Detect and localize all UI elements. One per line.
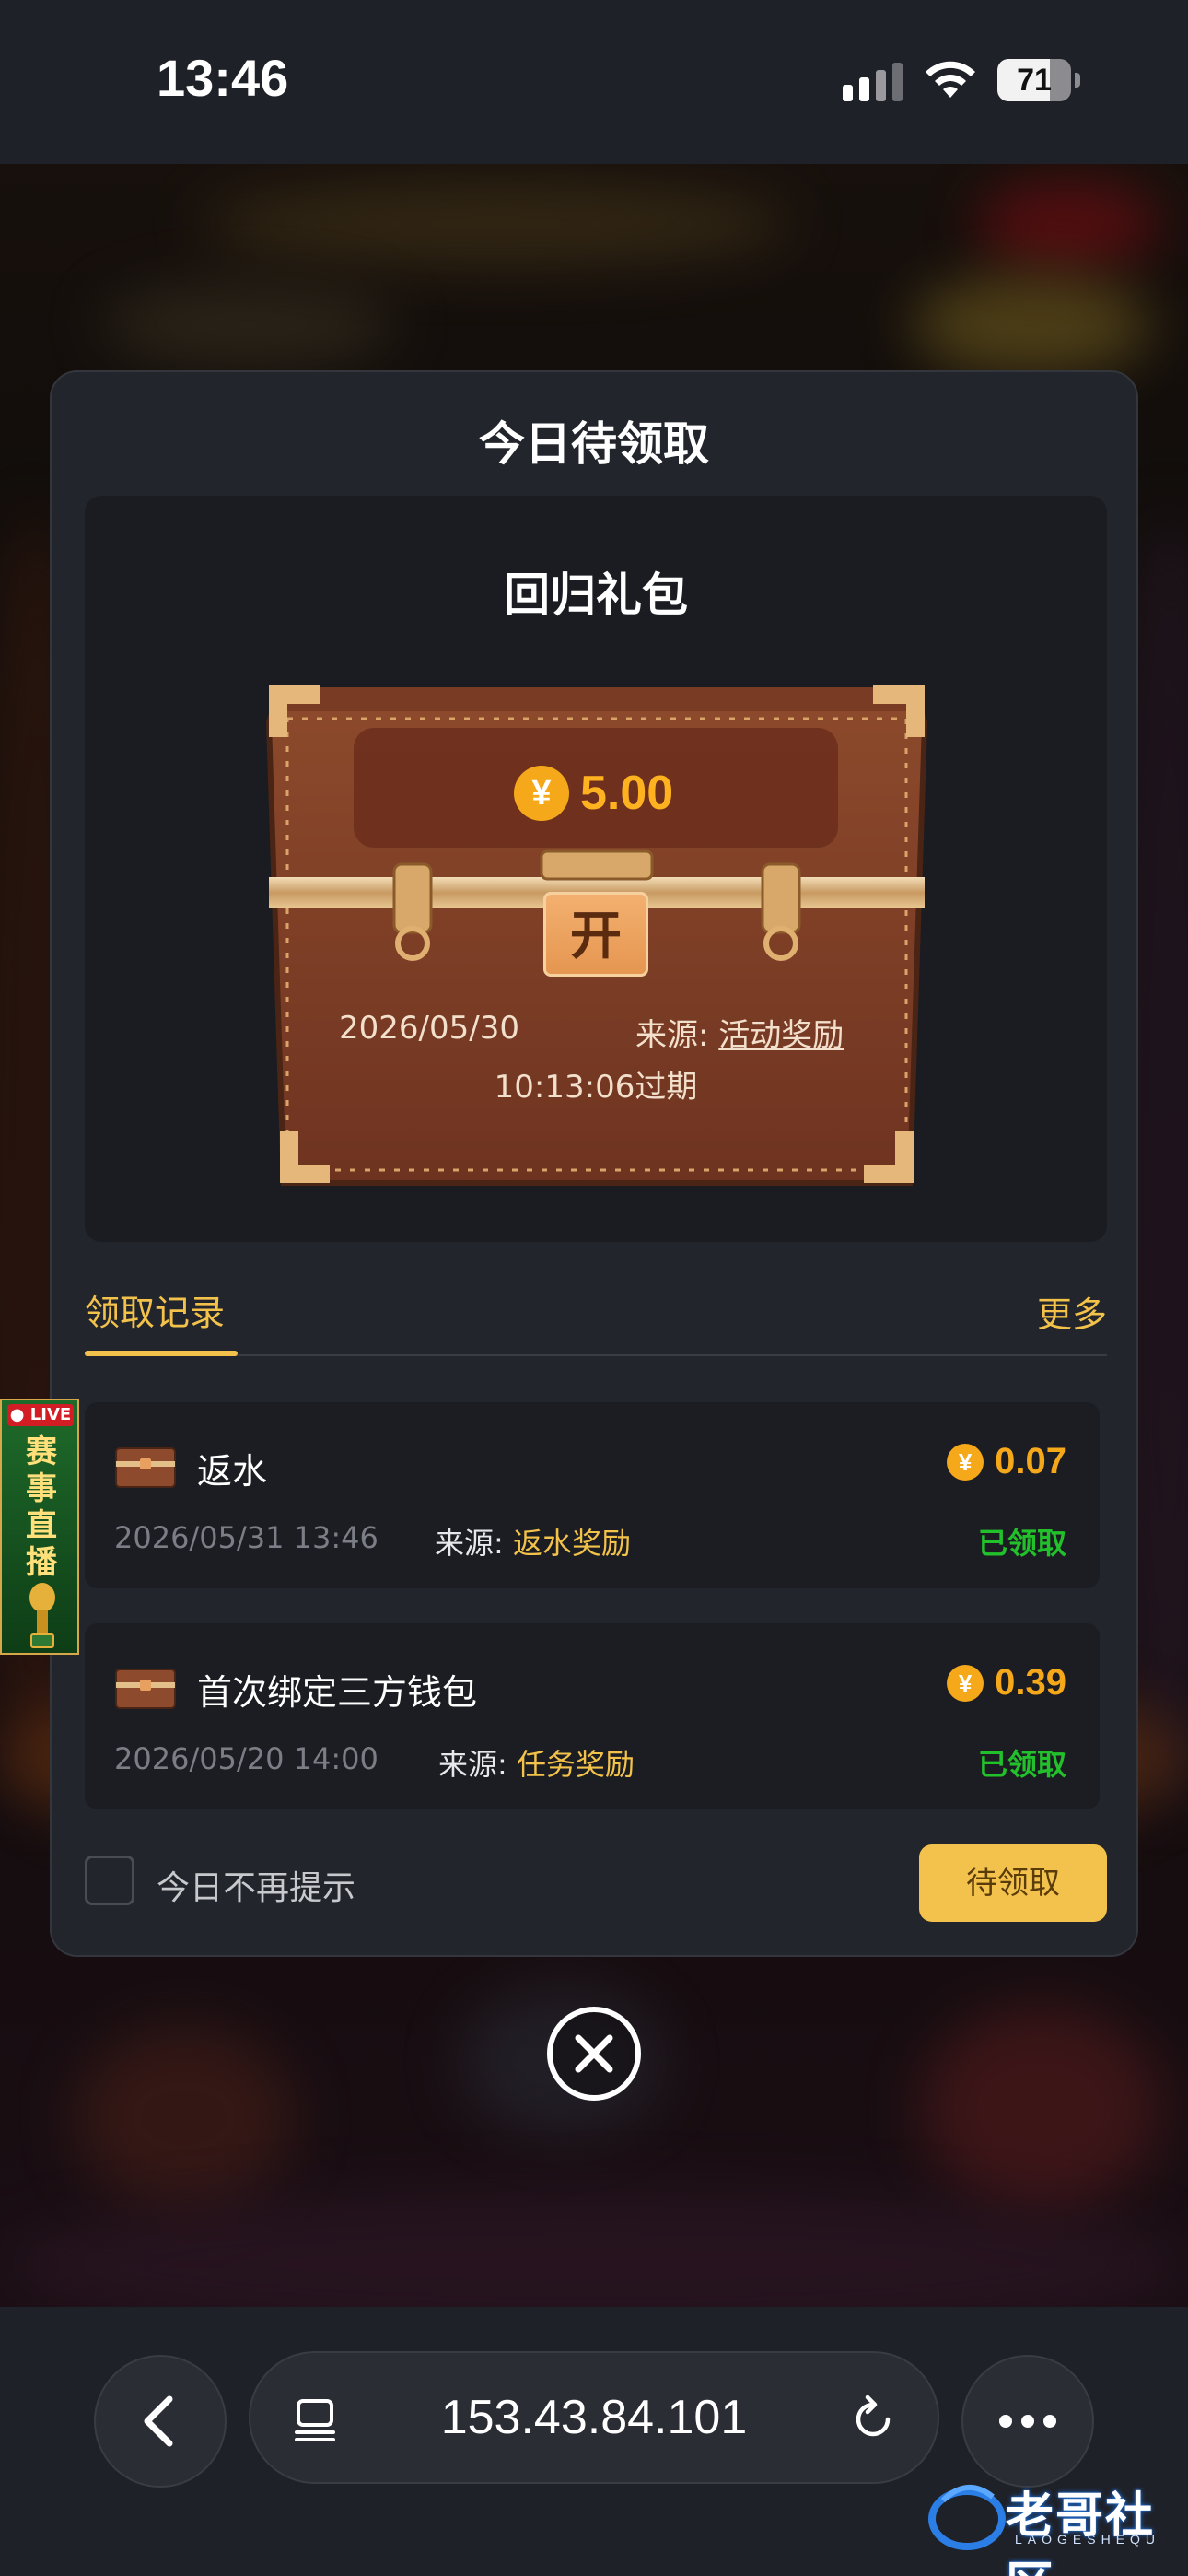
status-bar: 13:46 71 — [0, 0, 1188, 164]
record-amount-value: 0.07 — [995, 1441, 1066, 1481]
record-source: 来源: 任务奖励 — [438, 1741, 635, 1784]
chest-source: 来源: 活动奖励 — [635, 1010, 844, 1055]
open-chest-button[interactable]: 开 — [543, 892, 648, 977]
battery-level: 71 — [1017, 63, 1052, 98]
dont-show-label[interactable]: 今日不再提示 — [157, 1861, 355, 1909]
tab-records[interactable]: 领取记录 — [85, 1284, 225, 1335]
tabs-divider — [85, 1354, 1107, 1356]
chest-amount-value: 5.00 — [580, 767, 674, 820]
watermark-text: 老哥社区 — [1006, 2488, 1156, 2576]
record-source-label: 来源: — [435, 1526, 504, 1561]
list-item[interactable]: 首次绑定三方钱包 ¥ 0.39 2026/05/20 14:00 来源: 任务奖… — [85, 1623, 1100, 1809]
watermark-subtext: LAOGESHEQU — [1015, 2532, 1161, 2547]
close-dialog-button[interactable] — [547, 2007, 641, 2101]
url-text: 153.43.84.101 — [440, 2391, 748, 2444]
live-stream-banner[interactable]: ● LIVE 赛事直播 — [0, 1399, 79, 1655]
dragon-logo-icon — [928, 2484, 1006, 2550]
reward-dialog: 今日待领取 回归礼包 ¥ 5.00 开 2026/05/30 来源: 活动奖励 … — [50, 370, 1138, 1957]
trophy-icon — [29, 1583, 55, 1648]
record-source: 来源: 返水奖励 — [435, 1520, 631, 1563]
live-tag: ● LIVE — [7, 1404, 74, 1426]
record-date: 2026/05/31 13:46 — [114, 1520, 379, 1555]
close-icon — [575, 2034, 613, 2073]
signal-icon — [843, 63, 903, 101]
record-amount-value: 0.39 — [995, 1662, 1066, 1703]
chest-expire-time: 10:13:06过期 — [494, 1069, 698, 1106]
wifi-icon — [926, 61, 975, 98]
reload-icon[interactable] — [847, 2394, 899, 2445]
battery-icon: 71 — [997, 59, 1080, 101]
more-menu-button[interactable] — [961, 2355, 1094, 2488]
chest-source-link[interactable]: 活动奖励 — [718, 1017, 844, 1054]
more-icon — [999, 2415, 1056, 2428]
chest-date: 2026/05/30 — [339, 1010, 519, 1047]
more-link[interactable]: 更多 — [1037, 1286, 1107, 1337]
chest-icon — [115, 1669, 176, 1709]
list-item[interactable]: 返水 ¥ 0.07 2026/05/31 13:46 来源: 返水奖励 已领取 — [85, 1402, 1100, 1588]
live-banner-text: 赛事直播 — [26, 1434, 57, 1581]
record-amount: ¥ 0.07 — [947, 1441, 1066, 1482]
tab-active-indicator — [85, 1351, 238, 1356]
coin-icon: ¥ — [947, 1664, 984, 1702]
record-source-label: 来源: — [438, 1747, 507, 1782]
dialog-title: 今日待领取 — [479, 417, 709, 471]
record-amount: ¥ 0.39 — [947, 1662, 1066, 1704]
chest-source-label: 来源: — [635, 1017, 709, 1054]
pending-claim-button[interactable]: 待领取 — [919, 1844, 1107, 1922]
record-status: 已领取 — [977, 1526, 1066, 1561]
record-source-value: 返水奖励 — [512, 1526, 631, 1561]
coin-icon: ¥ — [947, 1443, 984, 1481]
chest-title: 回归礼包 — [504, 568, 688, 622]
chest-icon — [115, 1447, 176, 1488]
chest-panel: 回归礼包 ¥ 5.00 开 2026/05/30 来源: 活动奖励 10:13:… — [85, 496, 1107, 1242]
record-status: 已领取 — [977, 1747, 1066, 1782]
status-time: 13:46 — [157, 49, 289, 107]
records-tabs: 领取记录 更多 — [85, 1284, 1107, 1358]
record-source-value: 任务奖励 — [516, 1747, 635, 1782]
coin-icon: ¥ — [514, 766, 569, 821]
back-icon — [144, 2395, 173, 2447]
dont-show-checkbox[interactable] — [85, 1856, 134, 1905]
address-bar[interactable]: 153.43.84.101 — [249, 2351, 939, 2484]
record-name: 返水 — [197, 1451, 268, 1492]
watermark-logo: 老哥社区 LAOGESHEQU — [925, 2473, 1184, 2576]
chest-amount: ¥ 5.00 — [514, 765, 673, 822]
record-name: 首次绑定三方钱包 — [197, 1672, 478, 1713]
record-date: 2026/05/20 14:00 — [114, 1741, 379, 1776]
back-button[interactable] — [94, 2355, 227, 2488]
